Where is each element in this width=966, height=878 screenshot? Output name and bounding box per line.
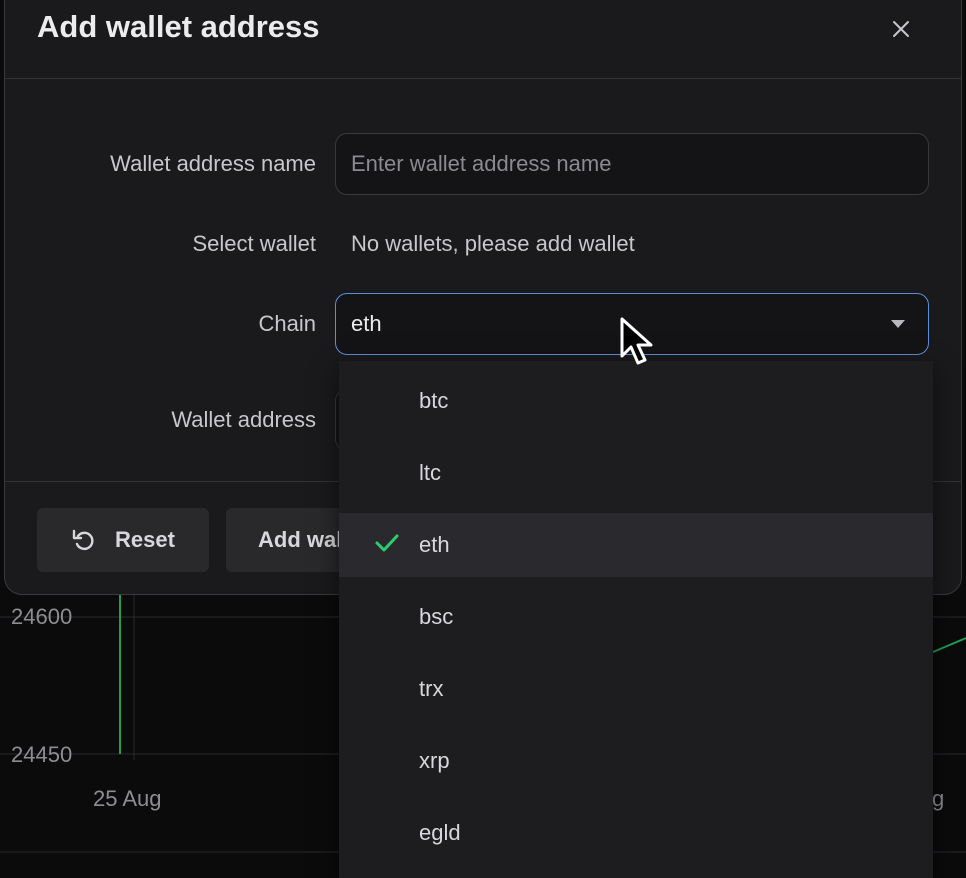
chain-select-value: eth (351, 311, 382, 336)
modal-title: Add wallet address (37, 9, 320, 44)
y-tick-label: 24450 (11, 742, 73, 767)
chain-dropdown-list: btc ltc eth bsc trx xrp egld (339, 361, 933, 878)
select-wallet-label: Select wallet (192, 231, 316, 256)
option-label: xrp (419, 748, 450, 773)
chain-select[interactable]: eth (335, 293, 929, 355)
option-label: ltc (419, 460, 441, 485)
close-icon (893, 21, 909, 37)
reset-icon (72, 529, 94, 551)
chain-option-bsc[interactable]: bsc (339, 585, 933, 649)
wallet-address-name-label: Wallet address name (110, 151, 316, 176)
select-wallet-empty-message: No wallets, please add wallet (351, 231, 635, 256)
option-label: egld (419, 820, 461, 845)
reset-button-label: Reset (115, 527, 175, 552)
chain-option-xrp[interactable]: xrp (339, 729, 933, 793)
x-tick-label: 25 Aug (93, 786, 162, 811)
modal-header: Add wallet address (5, 1, 961, 79)
option-label: bsc (419, 604, 454, 629)
x-tick-label: g (932, 786, 945, 811)
chain-option-btc[interactable]: btc (339, 369, 933, 433)
chain-option-egld[interactable]: egld (339, 801, 933, 865)
reset-button[interactable]: Reset (37, 508, 209, 572)
option-label: btc (419, 388, 449, 413)
wallet-address-label: Wallet address (171, 407, 316, 432)
chain-option-ltc[interactable]: ltc (339, 441, 933, 505)
check-icon (375, 534, 399, 552)
chain-option-eth[interactable]: eth (339, 513, 933, 577)
wallet-address-name-input[interactable] (335, 133, 929, 195)
y-tick-label: 24600 (11, 604, 73, 629)
chain-option-trx[interactable]: trx (339, 657, 933, 721)
option-label: trx (419, 676, 444, 701)
chart-series-line (932, 637, 966, 653)
add-wallet-address-button-label: Add wal (258, 527, 343, 552)
chain-label: Chain (258, 311, 316, 336)
caret-down-icon (891, 320, 905, 328)
option-label: eth (419, 532, 450, 557)
close-button[interactable] (885, 13, 917, 45)
